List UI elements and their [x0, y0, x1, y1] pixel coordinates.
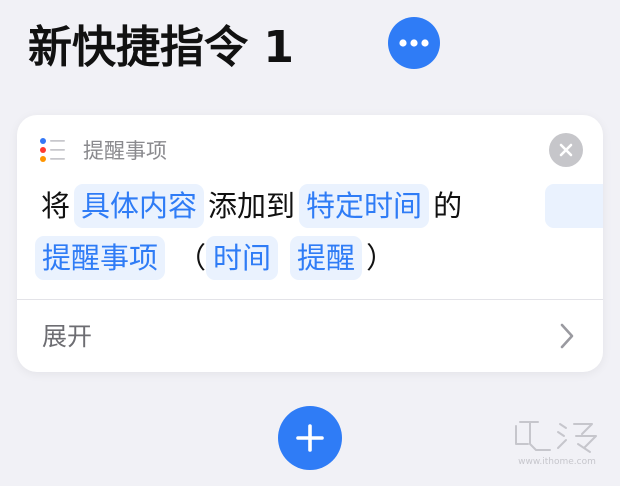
sentence-text-jiang: 将: [41, 189, 71, 223]
more-options-button[interactable]: [388, 17, 440, 69]
alert-parameter-token[interactable]: 提醒: [290, 236, 363, 280]
action-sentence-line-1: 将 具体内容 添加到 特定时间 的: [41, 184, 462, 228]
action-app-name: 提醒事项: [83, 139, 167, 163]
action-sentence-line-2: 提醒事项 （ 时间 提醒 ）: [35, 236, 395, 280]
expand-label: 展开: [42, 322, 93, 351]
close-parenthesis: ）: [366, 241, 396, 275]
add-action-button[interactable]: [278, 406, 342, 470]
content-parameter-token[interactable]: 具体内容: [74, 184, 205, 228]
open-parenthesis: （: [177, 241, 207, 275]
shortcut-title[interactable]: 新快捷指令 1: [28, 18, 294, 78]
reminder-action-card: 提醒事项 将 具体内容 添加到 特定时间 的 提醒事项 （ 时间 提醒 ） 展开: [17, 115, 603, 372]
time-parameter-token[interactable]: 时间: [206, 236, 279, 280]
reminders-parameter-token[interactable]: 提醒事项: [35, 236, 166, 280]
expand-options-row[interactable]: 展开: [17, 300, 603, 372]
chevron-right-icon: [560, 323, 574, 349]
action-card-header: 提醒事项: [39, 135, 167, 165]
remove-action-button[interactable]: [549, 133, 583, 167]
reminders-list-icon: [40, 138, 65, 162]
ellipsis-icon: [399, 39, 429, 47]
list-parameter-token[interactable]: 特定时间: [299, 184, 430, 228]
ithome-watermark-logo: www.ithome.com: [512, 418, 602, 470]
sentence-text-de: 的: [433, 189, 463, 223]
sentence-text-add-to: 添加到: [208, 189, 296, 223]
xmark-icon: [559, 143, 573, 157]
watermark-url: www.ithome.com: [518, 457, 596, 467]
plus-icon: [296, 424, 324, 452]
overflow-token-edge: [545, 184, 603, 228]
ithome-logo-icon: [515, 421, 597, 453]
